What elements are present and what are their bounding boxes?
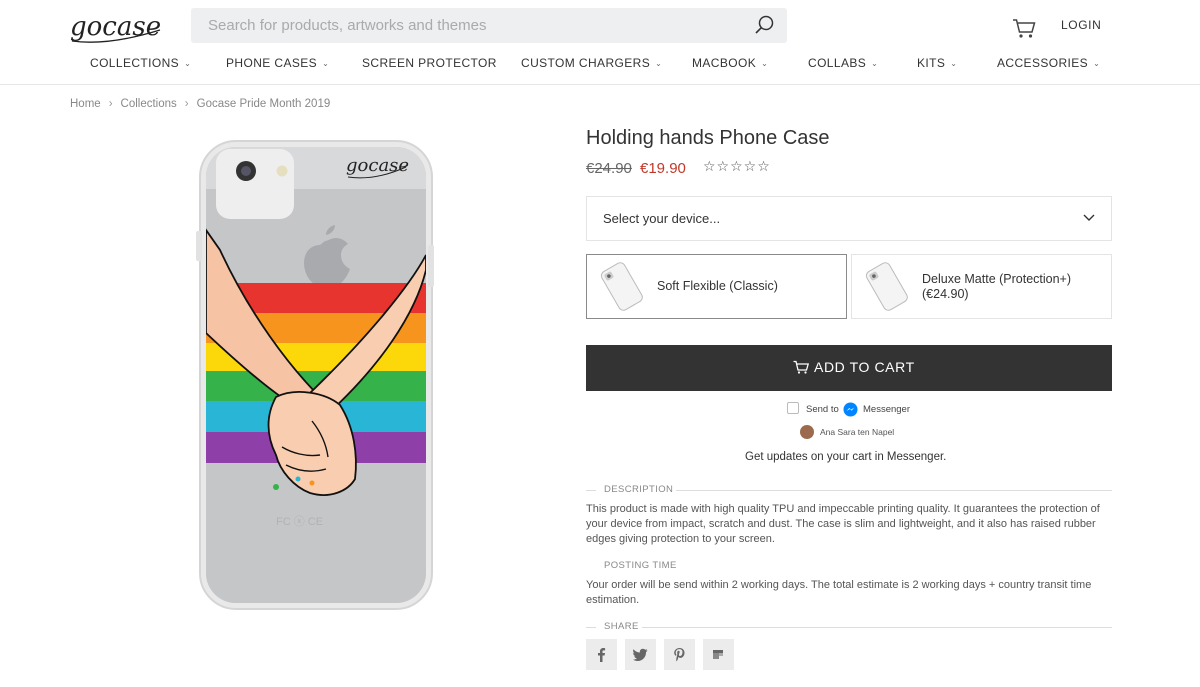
chevron-down-icon: ⌄ [655, 59, 663, 68]
search-input[interactable] [208, 15, 728, 35]
nav-item-kits[interactable]: KITS ⌄ [917, 56, 957, 70]
breadcrumb: Home › Collections › Gocase Pride Month 2019 [70, 98, 330, 110]
logo-mark: gocase [70, 12, 161, 43]
twitter-icon [633, 648, 648, 661]
svg-text:gocase: gocase [70, 12, 161, 42]
nav-item-collabs[interactable]: COLLABS ⌄ [808, 56, 878, 70]
nav-item-macbook[interactable]: MACBOOK ⌄ [692, 56, 768, 70]
chevron-down-icon: ⌄ [871, 59, 879, 68]
section-title: POSTING TIME [604, 560, 677, 571]
posting-time-text: Your order will be send within 2 working… [586, 579, 1092, 606]
breadcrumb-current[interactable]: Gocase Pride Month 2019 [197, 98, 331, 110]
option-label: Soft Flexible (Classic) [657, 279, 778, 293]
site-header: gocase LOGIN COLLECTIONS ⌄ PHONE CASES ⌄ S… [0, 0, 1200, 85]
messenger-icon [843, 402, 858, 417]
section-title: DESCRIPTION [604, 484, 674, 495]
search-icon[interactable] [753, 14, 775, 36]
share-facebook-button[interactable] [586, 639, 617, 670]
option-deluxe-matte[interactable]: Deluxe Matte (Protection+) (€24.90) [851, 254, 1112, 319]
nav-item-custom-chargers[interactable]: CUSTOM CHARGERS ⌄ [521, 56, 662, 70]
gocase-logo[interactable]: gocase [68, 8, 168, 50]
cart-icon [793, 360, 809, 374]
cart-icon[interactable] [1012, 17, 1036, 39]
send-to-messenger-checkbox[interactable] [787, 402, 799, 414]
price-sale: €19.90 [640, 160, 686, 177]
share-tumblr-button[interactable] [703, 639, 734, 670]
description-text: This product is made with high quality T… [586, 503, 1100, 545]
nav-label: MACBOOK [692, 56, 757, 70]
price-original: €24.90 [586, 160, 632, 177]
product-title: Holding hands Phone Case [586, 127, 830, 149]
main-nav: COLLECTIONS ⌄ PHONE CASES ⌄ SCREEN PROTECT… [0, 56, 1200, 74]
nav-label: COLLABS [808, 56, 867, 70]
device-select[interactable]: Select your device... [586, 196, 1112, 241]
chevron-down-icon: ⌄ [322, 59, 330, 68]
case-thumbnail [865, 262, 908, 311]
divider [676, 490, 1112, 491]
device-select-value: Select your device... [603, 211, 721, 226]
nav-label: CUSTOM CHARGERS [521, 56, 651, 70]
case-thumbnail [600, 262, 643, 311]
nav-item-accessories[interactable]: ACCESSORIES ⌄ [997, 56, 1100, 70]
chevron-down-icon [1083, 214, 1095, 221]
share-twitter-button[interactable] [625, 639, 656, 670]
chevron-down-icon: ⌄ [950, 59, 958, 68]
chevron-down-icon: ⌄ [761, 59, 769, 68]
avatar [800, 425, 814, 439]
option-label: Deluxe Matte (Protection+) (€24.90) [922, 272, 1071, 302]
share-pinterest-button[interactable] [664, 639, 695, 670]
messenger-updates-text: Get updates on your cart in Messenger. [745, 451, 947, 463]
send-to-label: Send to [806, 404, 839, 415]
nav-label: SCREEN PROTECTOR [362, 56, 497, 70]
breadcrumb-separator: › [108, 98, 113, 110]
divider [586, 627, 596, 628]
description-heading: DESCRIPTION [586, 484, 1112, 496]
nav-label: PHONE CASES [226, 56, 318, 70]
chevron-down-icon: ⌄ [1093, 59, 1101, 68]
login-link[interactable]: LOGIN [1061, 18, 1101, 32]
user-name: Ana Sara ten Napel [820, 427, 895, 437]
nav-label: ACCESSORIES [997, 56, 1089, 70]
chevron-down-icon: ⌄ [184, 59, 192, 68]
posting-time-heading: POSTING TIME [586, 560, 1112, 572]
divider [642, 627, 1112, 628]
breadcrumb-collections[interactable]: Collections [121, 98, 177, 110]
facebook-icon [598, 648, 606, 662]
option-soft-flexible[interactable]: Soft Flexible (Classic) [586, 254, 847, 319]
pinterest-icon [674, 648, 685, 662]
case-logo-text: gocase [346, 155, 409, 176]
breadcrumb-separator: › [184, 98, 189, 110]
svg-text:FC ⓧ CE: FC ⓧ CE [276, 515, 323, 528]
share-heading: SHARE [586, 621, 1112, 633]
product-image[interactable]: FC ⓧ CE gocase [180, 135, 450, 615]
tumblr-icon [713, 650, 723, 659]
nav-label: COLLECTIONS [90, 56, 180, 70]
nav-label: KITS [917, 56, 946, 70]
section-title: SHARE [604, 621, 639, 632]
option-label-line2: (€24.90) [922, 287, 969, 301]
nav-item-collections[interactable]: COLLECTIONS ⌄ [90, 56, 191, 70]
add-to-cart-label: ADD TO CART [814, 359, 915, 375]
option-label-line1: Deluxe Matte (Protection+) [922, 272, 1072, 286]
breadcrumb-home[interactable]: Home [70, 98, 101, 110]
messenger-brand: Messenger [863, 404, 910, 415]
add-to-cart-button[interactable]: ADD TO CART [586, 345, 1112, 391]
divider [586, 490, 596, 491]
nav-item-screen-protector[interactable]: SCREEN PROTECTOR [362, 56, 497, 70]
search-bar [191, 8, 787, 43]
rating-stars-icon[interactable]: ☆☆☆☆☆ [703, 158, 771, 175]
nav-item-phone-cases[interactable]: PHONE CASES ⌄ [226, 56, 329, 70]
